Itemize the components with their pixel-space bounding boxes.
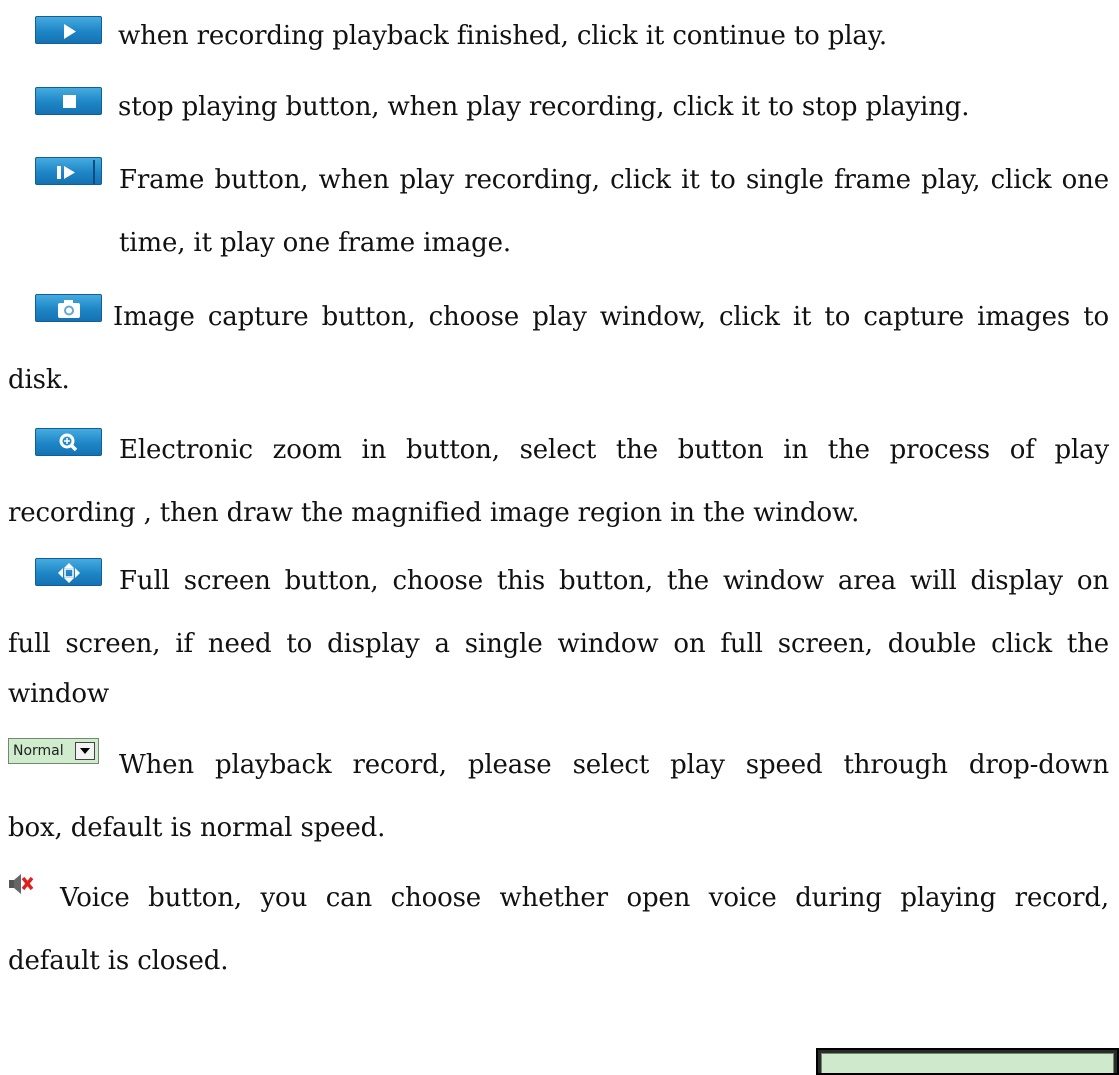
voice-description-line2: default is closed. xyxy=(8,946,229,976)
play-speed-select: Normal xyxy=(8,738,99,764)
fullscreen-description-line3: window xyxy=(8,679,109,709)
stop-description: stop playing button, when play recording… xyxy=(118,92,970,122)
frame-step-icon xyxy=(35,157,102,185)
play-speed-value: Normal xyxy=(13,743,64,759)
speaker-muted-icon xyxy=(8,872,36,896)
speed-description-line2: box, default is normal speed. xyxy=(8,813,386,843)
capture-description-line2: disk. xyxy=(8,365,70,395)
zoom-in-icon xyxy=(35,428,102,456)
cropped-widget xyxy=(816,1048,1119,1075)
voice-description-line1: Voice button, you can choose whether ope… xyxy=(60,883,1109,913)
stop-icon xyxy=(35,87,102,115)
capture-description-line1: Image capture button, choose play window… xyxy=(113,302,1109,332)
fullscreen-icon xyxy=(35,558,102,586)
fullscreen-description-line1: Full screen button, choose this button, … xyxy=(119,566,1109,596)
manual-page: when recording playback finished, click … xyxy=(0,0,1119,1075)
zoom-description-line1: Electronic zoom in button, select the bu… xyxy=(119,435,1109,465)
play-icon xyxy=(35,16,102,44)
speed-description-line1: When playback record, please select play… xyxy=(119,750,1109,780)
cropped-widget-field xyxy=(821,1053,1114,1073)
zoom-description-line2: recording , then draw the magnified imag… xyxy=(8,498,860,528)
fullscreen-description-line2: full screen, if need to display a single… xyxy=(8,629,1109,659)
play-description: when recording playback finished, click … xyxy=(118,21,887,51)
chevron-down-icon xyxy=(75,742,95,760)
frame-description-line1: Frame button, when play recording, click… xyxy=(119,165,1109,195)
camera-icon xyxy=(35,294,102,322)
frame-description-line2: time, it play one frame image. xyxy=(119,228,511,258)
